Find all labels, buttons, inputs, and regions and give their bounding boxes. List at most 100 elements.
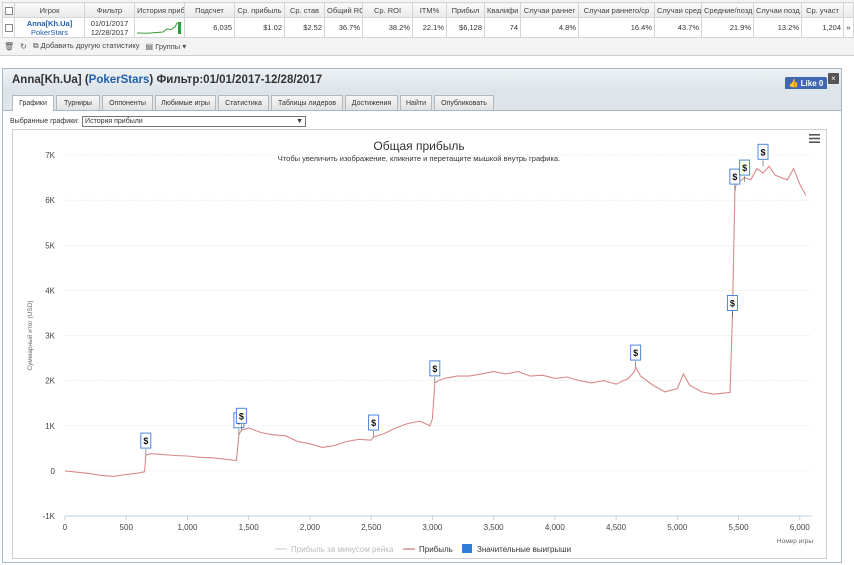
big-win-flag-label: $ bbox=[239, 411, 244, 421]
big-win-flag-label: $ bbox=[143, 436, 148, 446]
early-mid-cell: 16.4% bbox=[578, 17, 655, 38]
mid-cell: 43.7% bbox=[654, 17, 702, 38]
x-tick-label: 1,500 bbox=[239, 523, 260, 532]
copy-icon: ⧉ bbox=[32, 41, 39, 50]
trash-icon[interactable]: 🗑 bbox=[4, 42, 14, 51]
profit-cell: $6,128 bbox=[446, 17, 485, 38]
player-cell[interactable]: Anna[Kh.Ua] PokerStars bbox=[14, 17, 85, 38]
panel-title: Anna[Kh.Ua] (PokerStars) Фильтр:01/01/20… bbox=[12, 74, 323, 86]
header-spacer bbox=[843, 2, 854, 18]
filter-cell: 01/01/2017 12/28/2017 bbox=[84, 17, 135, 38]
col-header[interactable]: Фильтр bbox=[84, 2, 135, 18]
filter-to: 12/28/2017 bbox=[90, 27, 129, 37]
more-columns-link[interactable]: » bbox=[843, 17, 854, 38]
tab-publish[interactable]: Опубликовать bbox=[434, 95, 494, 110]
x-tick-label: 2,000 bbox=[300, 523, 321, 532]
y-tick-label: 1K bbox=[45, 422, 55, 431]
chart-selector-row: Выбранные графики: История прибыли ▼ bbox=[10, 115, 307, 127]
col-header[interactable]: Подсчет bbox=[184, 2, 235, 18]
col-header[interactable]: Случаи раннего/ср bbox=[578, 2, 655, 18]
y-axis-label: Суммарный итог (USD) bbox=[26, 300, 34, 370]
col-header[interactable]: Прибыл bbox=[446, 2, 485, 18]
chevron-down-icon: ▾ bbox=[182, 41, 187, 51]
total-roi-cell: 36.7% bbox=[324, 17, 363, 38]
big-win-flag-label: $ bbox=[730, 298, 735, 308]
col-header[interactable]: Ср. прибыль bbox=[234, 2, 285, 18]
y-tick-label: -1K bbox=[43, 512, 56, 521]
legend-item-label: Значительные выигрыши bbox=[477, 545, 571, 554]
x-tick-label: 1,000 bbox=[177, 523, 198, 532]
stats-toolbar: 🗑 ↻ ⧉ Добавить другую статистику ▤ Групп… bbox=[4, 39, 186, 53]
tab-charts[interactable]: Графики bbox=[12, 95, 54, 111]
player-site-link[interactable]: PokerStars bbox=[17, 28, 82, 37]
qualified-cell: 74 bbox=[484, 17, 521, 38]
big-win-flag-label: $ bbox=[371, 418, 376, 428]
player-panel: Anna[Kh.Ua] (PokerStars) Фильтр:01/01/20… bbox=[2, 68, 842, 563]
y-tick-label: 3K bbox=[45, 332, 55, 341]
x-tick-label: 3,500 bbox=[484, 523, 505, 532]
avg-stake-cell: $2.52 bbox=[284, 17, 325, 38]
tab-statistics[interactable]: Статистика bbox=[218, 95, 269, 110]
chart-canvas[interactable]: Общая прибыльЧтобы увеличить изображение… bbox=[13, 130, 826, 558]
like-label: Like 0 bbox=[800, 79, 824, 88]
col-header[interactable]: Общий RC bbox=[324, 2, 363, 18]
add-stat-button[interactable]: ⧉ Добавить другую статистику bbox=[33, 41, 140, 51]
count-cell: 6,035 bbox=[184, 17, 235, 38]
chart-subtitle: Чтобы увеличить изображение, кликните и … bbox=[278, 154, 560, 163]
tab-search[interactable]: Найти bbox=[400, 95, 432, 110]
avg-entrants-cell: 1,204 bbox=[801, 17, 844, 38]
panel-header: Anna[Kh.Ua] (PokerStars) Фильтр:01/01/20… bbox=[3, 69, 841, 89]
chart-selector-label: Выбранные графики: bbox=[10, 117, 80, 125]
avg-roi-cell: 38.2% bbox=[362, 17, 413, 38]
refresh-icon[interactable]: ↻ bbox=[20, 42, 27, 51]
profit-series-line bbox=[64, 165, 807, 477]
x-tick-label: 0 bbox=[63, 523, 68, 532]
itm-cell: 22.1% bbox=[412, 17, 447, 38]
player-name-link[interactable]: Anna[Kh.Ua] bbox=[17, 19, 82, 28]
x-tick-label: 2,500 bbox=[361, 523, 382, 532]
x-axis-label: Номер игры bbox=[777, 538, 813, 545]
x-tick-label: 500 bbox=[120, 523, 134, 532]
stats-data-row: Anna[Kh.Ua] PokerStars 01/01/2017 12/28/… bbox=[2, 17, 854, 38]
profit-chart[interactable]: Общая прибыль Чтобы увеличить изображение… bbox=[12, 129, 827, 559]
big-win-flag-label: $ bbox=[732, 172, 737, 182]
stats-panel: Игрок Фильтр История приб Подсчет Ср. пр… bbox=[0, 0, 854, 56]
early-cell: 4.8% bbox=[520, 17, 579, 38]
col-header[interactable]: Случаи позд bbox=[753, 2, 802, 18]
avg-profit-cell: $1.02 bbox=[234, 17, 285, 38]
stats-table: Игрок Фильтр История приб Подсчет Ср. пр… bbox=[2, 2, 854, 38]
chart-selector-dropdown[interactable]: История прибыли ▼ bbox=[82, 115, 307, 127]
tab-opponents[interactable]: Оппоненты bbox=[102, 95, 153, 110]
col-header[interactable]: Случаи сред bbox=[654, 2, 702, 18]
thumbs-up-icon: 👍 bbox=[788, 79, 799, 88]
col-header[interactable]: Ср. участ bbox=[801, 2, 844, 18]
tab-achievements[interactable]: Достижения bbox=[345, 95, 398, 110]
panel-filter-label: Фильтр:01/01/2017-12/28/2017 bbox=[156, 74, 323, 86]
x-tick-label: 3,000 bbox=[422, 523, 443, 532]
col-header[interactable]: Квалифи bbox=[484, 2, 521, 18]
col-header[interactable]: История приб bbox=[134, 2, 185, 18]
legend-item-label: Прибыль bbox=[419, 545, 453, 554]
tab-favorite-games[interactable]: Любимые игры bbox=[155, 95, 216, 110]
panel-site-link[interactable]: PokerStars bbox=[89, 74, 150, 86]
row-checkbox[interactable] bbox=[2, 17, 15, 38]
col-header[interactable]: Игрок bbox=[14, 2, 85, 18]
add-stat-label: Добавить другую статистику bbox=[40, 41, 140, 50]
groups-button[interactable]: ▤ Группы ▾ bbox=[146, 42, 187, 51]
x-tick-label: 4,000 bbox=[545, 523, 566, 532]
col-header[interactable]: Средние/позд bbox=[701, 2, 754, 18]
col-header[interactable]: ITM% bbox=[412, 2, 447, 18]
big-win-flag-label: $ bbox=[432, 364, 437, 374]
tabs-bar: Графики Турниры Оппоненты Любимые игры С… bbox=[3, 89, 841, 111]
late-cell: 13.2% bbox=[753, 17, 802, 38]
chart-menu-icon[interactable] bbox=[809, 134, 820, 143]
groups-icon: ▤ bbox=[145, 41, 154, 51]
close-button[interactable]: × bbox=[828, 73, 839, 84]
select-all-checkbox[interactable] bbox=[2, 2, 15, 18]
tab-leaderboards[interactable]: Таблицы лидеров bbox=[271, 95, 343, 110]
col-header[interactable]: Случаи раннег bbox=[520, 2, 579, 18]
tab-tournaments[interactable]: Турниры bbox=[56, 95, 100, 110]
col-header[interactable]: Ср. став bbox=[284, 2, 325, 18]
col-header[interactable]: Ср. ROI bbox=[362, 2, 413, 18]
legend-item-label: Прибыль за минусом рейка bbox=[291, 545, 394, 554]
